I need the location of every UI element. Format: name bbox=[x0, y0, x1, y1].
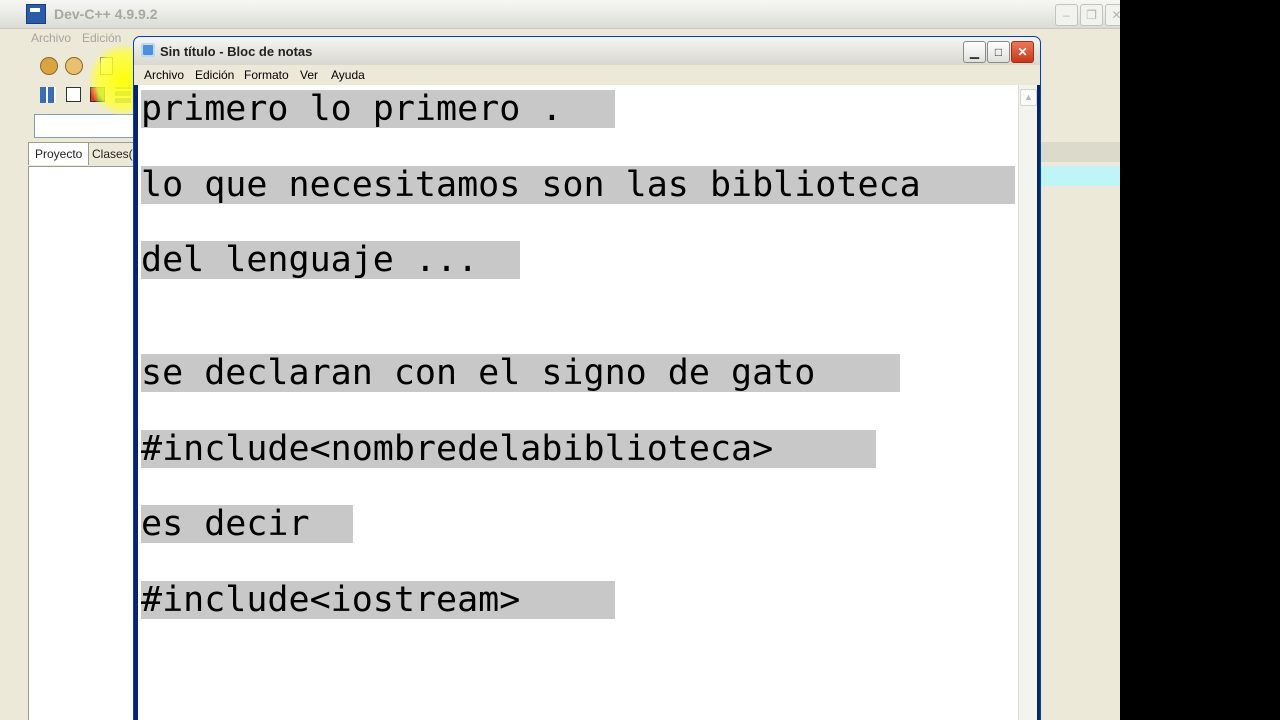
scroll-up-arrow-icon[interactable]: ▲ bbox=[1020, 89, 1037, 106]
open-icon[interactable] bbox=[40, 57, 58, 75]
notepad-title-bar[interactable]: Sin título - Bloc de notas ▁ □ ✕ bbox=[134, 37, 1040, 65]
devcpp-maximize-button[interactable]: ❐ bbox=[1080, 4, 1103, 26]
menu-ver[interactable]: Ver bbox=[300, 68, 318, 82]
devcpp-title-bar[interactable]: Dev-C++ 4.9.9.2 – ❐ ✕ bbox=[0, 0, 1120, 29]
devcpp-editor-strip bbox=[1040, 166, 1120, 186]
text-line-6: es decir bbox=[141, 505, 353, 543]
close-icon: ✕ bbox=[1017, 45, 1028, 59]
notepad-app-icon bbox=[141, 43, 155, 57]
devcpp-close-button[interactable]: ✕ bbox=[1105, 4, 1120, 26]
devcpp-menu-edicion[interactable]: Edición bbox=[82, 31, 121, 45]
menu-archivo[interactable]: Archivo bbox=[144, 68, 184, 82]
vertical-scrollbar[interactable]: ▲ bbox=[1018, 85, 1037, 720]
minimize-icon: ▁ bbox=[969, 45, 980, 59]
text-line-1: primero lo primero . bbox=[141, 90, 615, 128]
maximize-button[interactable]: □ bbox=[987, 41, 1010, 63]
window-icon[interactable] bbox=[66, 87, 81, 102]
notepad-text-area[interactable]: primero lo primero . lo que necesitamos … bbox=[138, 85, 1018, 720]
minimize-button[interactable]: ▁ bbox=[963, 41, 986, 63]
devcpp-tabs: Proyecto Clases(F bbox=[26, 142, 148, 166]
notepad-menu-bar: Archivo Edición Formato Ver Ayuda bbox=[134, 65, 1040, 85]
devcpp-combo[interactable] bbox=[34, 114, 140, 138]
menu-edicion[interactable]: Edición bbox=[195, 68, 234, 82]
devcpp-project-panel bbox=[28, 166, 140, 720]
maximize-icon: □ bbox=[994, 45, 1003, 59]
tab-proyecto[interactable]: Proyecto bbox=[28, 142, 90, 165]
menu-ayuda[interactable]: Ayuda bbox=[331, 68, 365, 82]
text-line-2: lo que necesitamos son las biblioteca bbox=[141, 166, 1015, 204]
devcpp-minimize-button[interactable]: – bbox=[1055, 4, 1078, 26]
notepad-title: Sin título - Bloc de notas bbox=[160, 44, 313, 59]
close-button[interactable]: ✕ bbox=[1011, 41, 1034, 63]
text-line-7: #include<iostream> bbox=[141, 581, 615, 619]
grid-icon[interactable] bbox=[40, 87, 56, 103]
devcpp-menu-archivo[interactable]: Archivo bbox=[31, 31, 71, 45]
black-letterbox bbox=[1120, 0, 1280, 720]
save-icon[interactable] bbox=[65, 57, 83, 75]
notepad-window: Sin título - Bloc de notas ▁ □ ✕ Archivo… bbox=[133, 36, 1041, 720]
devcpp-app-icon bbox=[26, 4, 46, 24]
menu-formato[interactable]: Formato bbox=[244, 68, 289, 82]
text-line-5: #include<nombredelabiblioteca> bbox=[141, 430, 876, 468]
text-line-4: se declaran con el signo de gato bbox=[141, 354, 900, 392]
text-line-3: del lenguaje ... bbox=[141, 241, 520, 279]
devcpp-title: Dev-C++ 4.9.9.2 bbox=[54, 6, 158, 22]
devcpp-editor-tabbar bbox=[1040, 142, 1120, 162]
desktop-screen: Dev-C++ 4.9.9.2 – ❐ ✕ Archivo Edición Pr… bbox=[0, 0, 1120, 720]
